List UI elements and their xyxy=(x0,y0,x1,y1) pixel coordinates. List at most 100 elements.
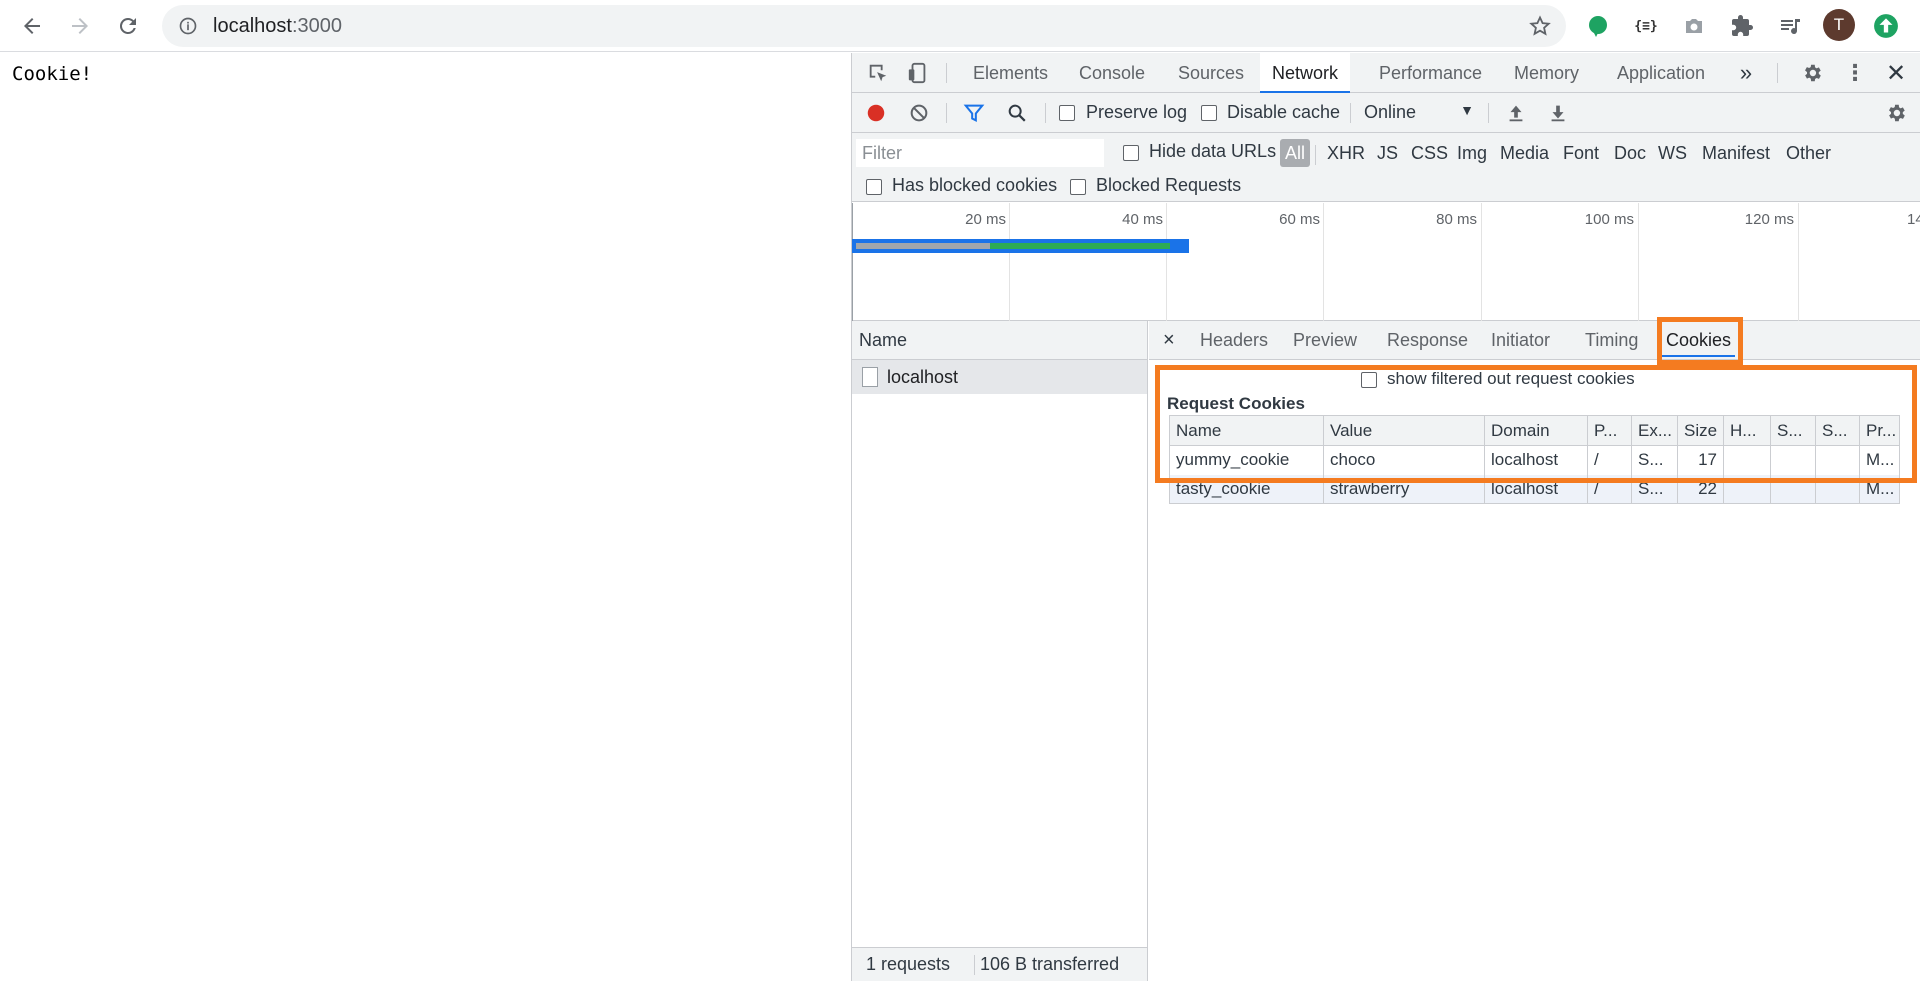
filter-toggle-icon[interactable] xyxy=(960,99,988,127)
more-tabs-chevron-icon[interactable]: » xyxy=(1732,59,1760,87)
blocked-requests-checkbox[interactable] xyxy=(1070,179,1086,195)
gridline xyxy=(1481,203,1482,321)
type-filter-ws[interactable]: WS xyxy=(1653,139,1692,167)
gridline xyxy=(1798,203,1799,321)
record-icon xyxy=(867,104,885,122)
more-options-icon[interactable]: ⋮ xyxy=(1841,59,1869,87)
gridline xyxy=(1009,203,1010,321)
gridline xyxy=(852,203,853,321)
name-column-header[interactable]: Name xyxy=(852,321,1147,360)
type-filter-manifest[interactable]: Manifest xyxy=(1697,139,1775,167)
record-button[interactable] xyxy=(862,99,890,127)
settings-gear-icon[interactable] xyxy=(1798,59,1826,87)
hide-data-urls-label: Hide data URLs xyxy=(1149,141,1277,161)
page-body-text: Cookie! xyxy=(12,63,93,85)
filter-input[interactable] xyxy=(856,139,1104,167)
page-viewport: Cookie! xyxy=(0,53,851,981)
search-icon[interactable] xyxy=(1003,99,1031,127)
highlight-box xyxy=(1657,317,1743,365)
network-overview-timeline[interactable]: 20 ms 40 ms 60 ms 80 ms 100 ms 120 ms 14 xyxy=(852,203,1920,321)
transferred-size: 106 B transferred xyxy=(980,954,1120,974)
download-segment xyxy=(990,243,1170,249)
browser-toolbar: localhost:3000 {≡} T xyxy=(0,0,1920,52)
network-settings-gear-icon[interactable] xyxy=(1882,99,1910,127)
back-arrow-icon xyxy=(24,18,40,34)
throttling-select[interactable]: Online ▼ xyxy=(1364,99,1474,127)
type-filter-css[interactable]: CSS xyxy=(1406,139,1453,167)
export-har-icon[interactable] xyxy=(1544,99,1572,127)
tab-sources[interactable]: Sources xyxy=(1166,53,1256,93)
network-status-bar: 1 requests 106 B transferred xyxy=(852,947,1147,981)
dropdown-arrow-icon: ▼ xyxy=(1460,102,1474,118)
tab-headers[interactable]: Headers xyxy=(1200,321,1268,360)
tab-application[interactable]: Application xyxy=(1605,53,1717,93)
bookmark-star-icon[interactable] xyxy=(1528,14,1552,38)
has-blocked-cookies-label: Has blocked cookies xyxy=(892,175,1058,195)
request-list: Name localhost 1 requests 106 B transfer… xyxy=(852,321,1148,981)
separator xyxy=(946,103,947,123)
update-icon[interactable] xyxy=(1872,12,1900,40)
request-timing-bar xyxy=(852,239,1189,253)
tab-performance[interactable]: Performance xyxy=(1367,53,1494,93)
hide-data-urls-checkbox[interactable] xyxy=(1123,145,1139,161)
close-detail-icon[interactable]: × xyxy=(1163,321,1175,360)
separator xyxy=(1045,103,1046,123)
separator xyxy=(1777,63,1778,83)
filter-bar: Hide data URLs All XHR JS CSS Img Media … xyxy=(852,133,1920,202)
request-detail-panel: × Headers Preview Response Initiator Tim… xyxy=(1149,317,1920,981)
media-queue-icon[interactable] xyxy=(1776,12,1804,40)
extensions-puzzle-icon[interactable] xyxy=(1728,12,1756,40)
type-filter-media[interactable]: Media xyxy=(1495,139,1554,167)
tab-memory[interactable]: Memory xyxy=(1502,53,1591,93)
reload-button[interactable] xyxy=(110,8,146,44)
disable-cache-label: Disable cache xyxy=(1227,102,1341,122)
tab-response[interactable]: Response xyxy=(1387,321,1468,360)
blocked-requests-label: Blocked Requests xyxy=(1096,175,1242,195)
close-devtools-icon[interactable]: ✕ xyxy=(1882,59,1910,87)
gridline xyxy=(1166,203,1167,321)
preserve-log-checkbox[interactable] xyxy=(1059,105,1075,121)
type-filter-doc[interactable]: Doc xyxy=(1609,139,1651,167)
type-filter-all[interactable]: All xyxy=(1280,139,1311,167)
clear-button[interactable] xyxy=(905,99,933,127)
request-row[interactable]: localhost xyxy=(852,360,1147,394)
request-name: localhost xyxy=(887,367,959,387)
url-text: localhost:3000 xyxy=(213,15,342,37)
forward-button[interactable] xyxy=(62,8,98,44)
has-blocked-cookies-checkbox[interactable] xyxy=(866,179,882,195)
type-filter-other[interactable]: Other xyxy=(1781,139,1836,167)
profile-avatar[interactable]: T xyxy=(1823,9,1855,41)
tab-console[interactable]: Console xyxy=(1067,53,1157,93)
gridline xyxy=(1323,203,1324,321)
address-bar[interactable]: localhost:3000 xyxy=(162,5,1566,47)
preserve-log-label: Preserve log xyxy=(1086,102,1188,122)
device-toolbar-icon[interactable] xyxy=(904,59,932,87)
timeline-tick: 100 ms xyxy=(1584,211,1634,228)
tab-initiator[interactable]: Initiator xyxy=(1491,321,1550,360)
json-extension-icon[interactable]: {≡} xyxy=(1632,12,1660,40)
site-info-icon[interactable] xyxy=(178,16,198,36)
clear-icon xyxy=(910,104,928,122)
inspect-element-icon[interactable] xyxy=(864,59,892,87)
timeline-tick: 120 ms xyxy=(1744,211,1794,228)
tab-preview[interactable]: Preview xyxy=(1293,321,1357,360)
separator xyxy=(1488,103,1489,123)
tab-timing[interactable]: Timing xyxy=(1585,321,1638,360)
type-filter-js[interactable]: JS xyxy=(1372,139,1403,167)
request-count: 1 requests xyxy=(866,954,951,974)
type-filter-font[interactable]: Font xyxy=(1558,139,1604,167)
back-button[interactable] xyxy=(14,8,50,44)
disable-cache-checkbox[interactable] xyxy=(1201,105,1217,121)
timeline-tick: 40 ms xyxy=(1122,211,1163,228)
tab-elements[interactable]: Elements xyxy=(961,53,1060,93)
reload-icon xyxy=(119,17,136,34)
type-filter-xhr[interactable]: XHR xyxy=(1322,139,1370,167)
import-har-icon[interactable] xyxy=(1502,99,1530,127)
type-filter-img[interactable]: Img xyxy=(1452,139,1492,167)
devtools-tabbar: Elements Console Sources Network Perform… xyxy=(852,53,1920,93)
camera-extension-icon[interactable] xyxy=(1680,12,1708,40)
highlight-box xyxy=(1155,365,1917,483)
timeline-tick: 80 ms xyxy=(1436,211,1477,228)
extension-green-icon[interactable] xyxy=(1584,12,1612,40)
tab-network[interactable]: Network xyxy=(1260,53,1351,93)
